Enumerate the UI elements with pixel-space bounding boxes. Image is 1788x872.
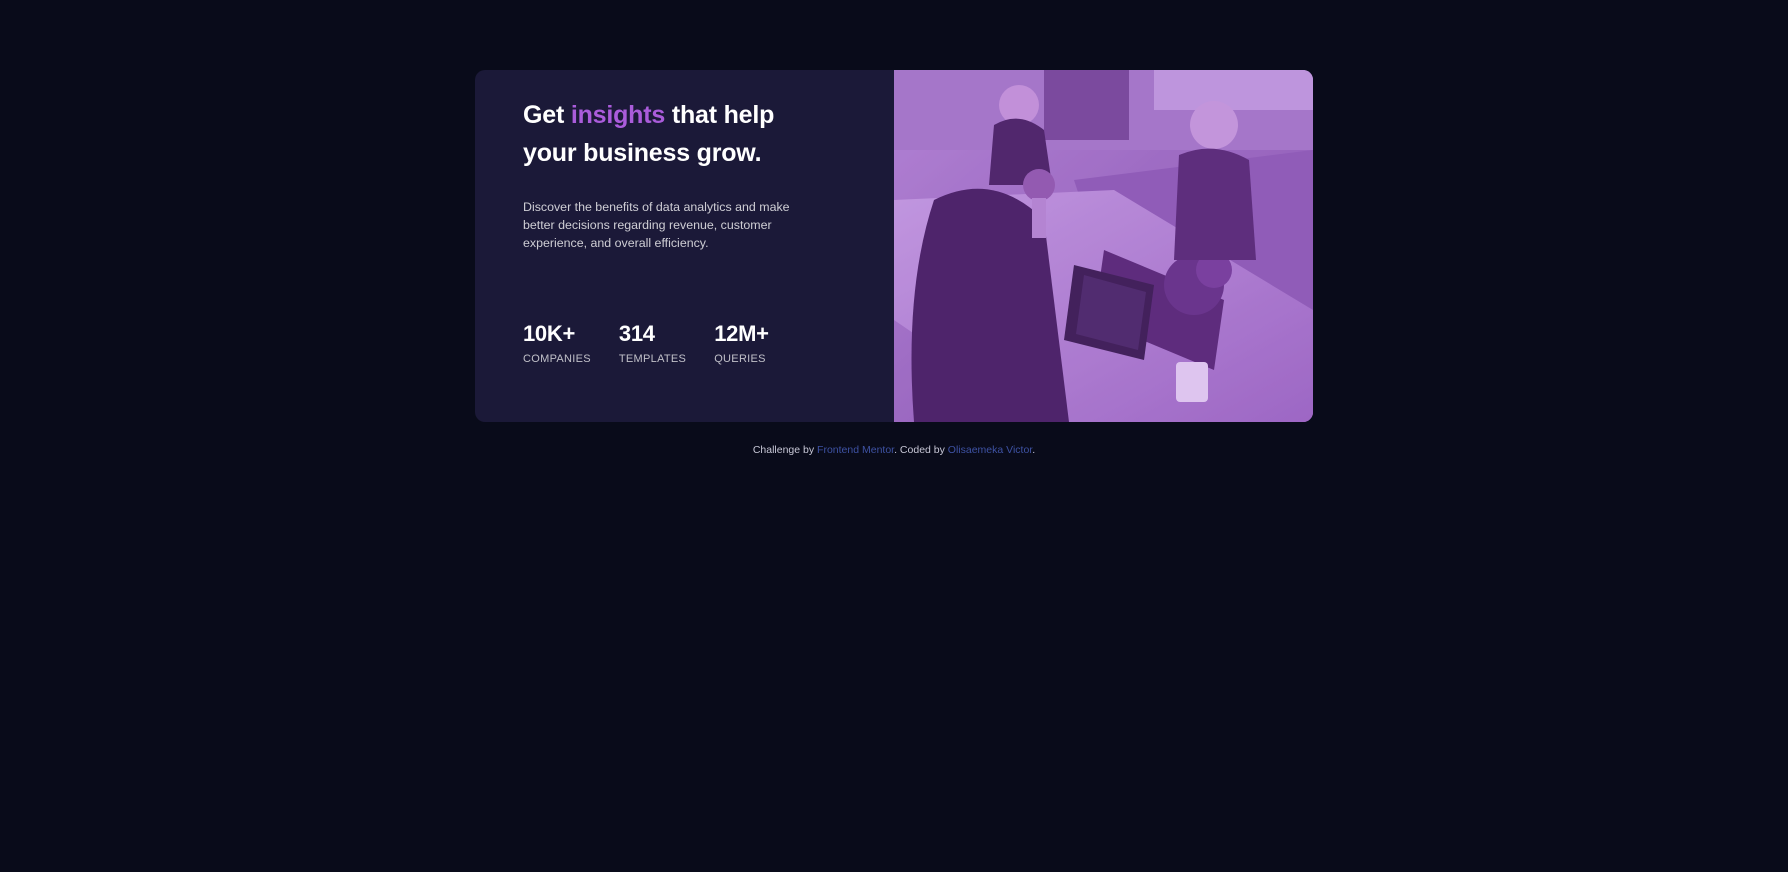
stat-companies: 10K+ COMPANIES xyxy=(523,322,591,366)
description: Discover the benefits of data analytics … xyxy=(523,200,790,250)
stats-card: Get insights that help your business gro… xyxy=(475,70,1313,422)
stat-queries: 12M+ QUERIES xyxy=(714,321,769,366)
attribution-footer: Challenge by Frontend Mentor. Coded by O… xyxy=(0,444,1788,456)
stat-label: TEMPLATES xyxy=(618,353,687,365)
card-text-panel: Get insights that help your business gro… xyxy=(475,70,894,422)
stat-value: 314 xyxy=(618,321,655,346)
footer-middle: . Coded by xyxy=(894,444,948,456)
footer-prefix: Challenge by xyxy=(752,444,818,456)
stat-value: 10K+ xyxy=(523,321,576,346)
footer-suffix: . xyxy=(1032,444,1036,456)
stat-label: COMPANIES xyxy=(523,353,591,365)
office-photo-illustration xyxy=(894,70,1313,422)
headline: Get insights that help your business gro… xyxy=(523,96,823,172)
stat-templates: 314 TEMPLATES xyxy=(619,322,686,366)
frontend-mentor-link[interactable]: Frontend Mentor xyxy=(817,444,894,456)
stats-row: 10K+ COMPANIES 314 TEMPLATES 12M+ QUERIE… xyxy=(523,322,797,366)
headline-prefix: Get xyxy=(523,101,571,129)
stat-value: 12M+ xyxy=(714,321,769,346)
author-link[interactable]: Olisaemeka Victor xyxy=(948,444,1032,456)
headline-accent: insights xyxy=(570,101,666,129)
stat-label: QUERIES xyxy=(714,353,766,365)
office-meeting-photo xyxy=(894,70,1313,422)
